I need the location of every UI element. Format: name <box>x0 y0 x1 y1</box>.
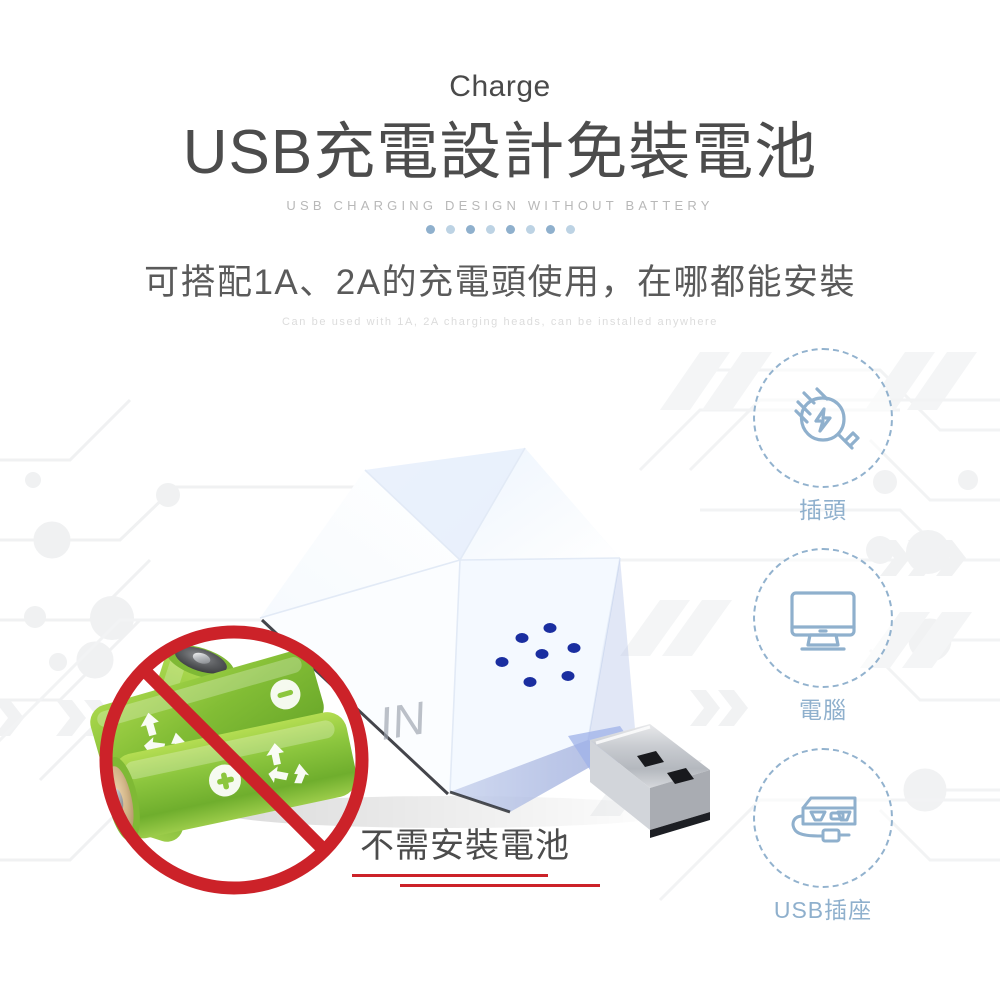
product-banner: Charge USB充電設計免裝電池 USB CHARGING DESIGN W… <box>0 0 1000 1000</box>
no-battery-callout: 不需安裝電池 <box>352 827 620 887</box>
feature-badge-usb-outlet[interactable]: USB插座 <box>748 748 898 923</box>
badge-label-plug: 插頭 <box>799 497 847 523</box>
decorative-dot <box>425 225 435 235</box>
no-battery-label: 不需安裝電池 <box>360 827 570 865</box>
led-indicator-dots <box>495 623 581 687</box>
feature-badge-computer[interactable]: 電腦 <box>748 548 898 723</box>
page-title-english: USB CHARGING DESIGN WITHOUT BATTERY <box>286 198 714 214</box>
underline-rule-bottom <box>400 884 600 887</box>
prohibition-symbol <box>99 625 369 895</box>
svg-text:IN: IN <box>375 691 429 750</box>
decorative-dot <box>545 225 555 235</box>
page-title: USB充電設計免裝電池 <box>182 118 818 187</box>
header-block: Charge USB充電設計免裝電池 USB CHARGING DESIGN W… <box>0 0 1000 328</box>
subtitle: 可搭配1A、2A的充電頭使用，在哪都能安裝 <box>143 263 857 303</box>
power-plug-icon <box>794 387 860 450</box>
no-battery-illustration <box>90 625 369 895</box>
decorative-dot <box>565 225 575 235</box>
badge-circle-plug <box>753 348 893 488</box>
product-device-illustration: IN <box>220 447 710 838</box>
decorative-dot <box>465 225 475 235</box>
desktop-monitor-icon <box>790 591 856 651</box>
badge-circle-computer <box>753 548 893 688</box>
badge-label-computer: 電腦 <box>799 697 847 723</box>
feature-badge-plug[interactable]: 插頭 <box>748 348 898 523</box>
usb-power-strip-icon <box>791 796 857 843</box>
badge-label-usb-outlet: USB插座 <box>773 897 873 923</box>
usb-connector <box>568 724 710 838</box>
decorative-dot-row <box>0 225 1000 235</box>
decorative-dot <box>445 225 455 235</box>
eyebrow-charge: Charge <box>449 70 551 103</box>
subtitle-english: Can be used with 1A, 2A charging heads, … <box>281 315 719 328</box>
badge-circle-usb-outlet <box>753 748 893 888</box>
decorative-dot <box>505 225 515 235</box>
underline-rule-top <box>352 874 548 877</box>
decorative-dot <box>485 225 495 235</box>
decorative-dot <box>525 225 535 235</box>
